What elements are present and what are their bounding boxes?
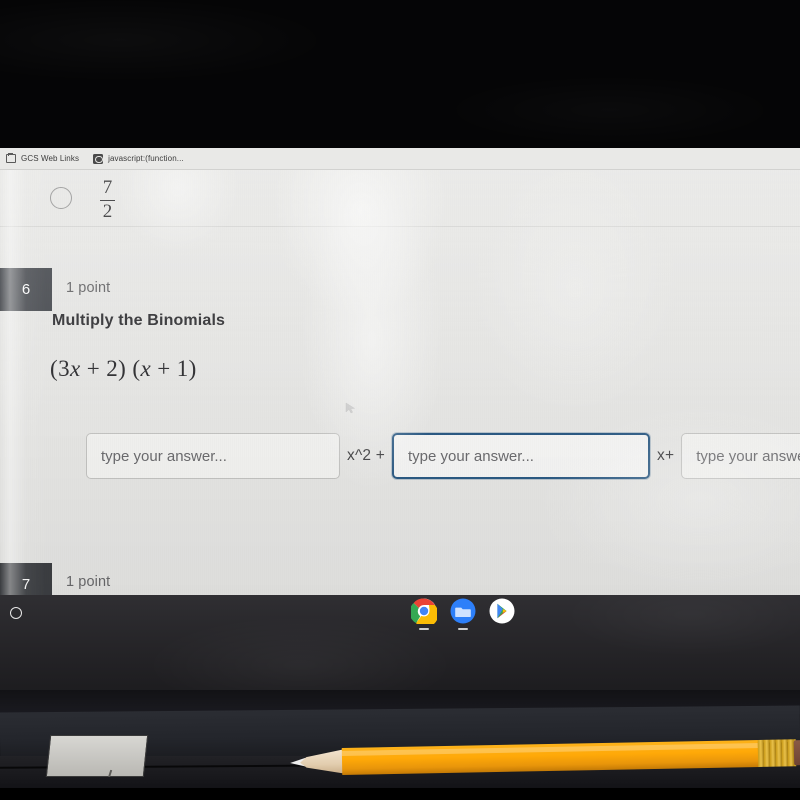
question-number-badge-7: 7 xyxy=(0,563,52,595)
bookmark-label: javascript:(function... xyxy=(108,154,184,163)
expr-close-paren-2: ) xyxy=(188,356,197,381)
latch-scuff-mark xyxy=(108,769,113,778)
laptop-latch-tab xyxy=(45,735,149,778)
question-divider xyxy=(0,226,800,227)
screenshot-photo-of-chromebook: GCS Web Links javascript:(function... 7 … xyxy=(0,0,800,800)
question-points-6: 1 point xyxy=(66,280,111,296)
operator-x-plus: x+ xyxy=(657,447,675,464)
photo-dark-top-border xyxy=(0,0,800,148)
chrome-icon[interactable] xyxy=(409,598,439,630)
script-bookmarklet-icon xyxy=(93,153,104,164)
folder-icon xyxy=(6,152,16,163)
photo-dark-bottom-border xyxy=(0,788,800,800)
answer-fields-row: x^2 + x+ xyxy=(0,430,800,482)
pencil-eraser xyxy=(793,739,800,766)
bookmark-javascript-bookmarklet[interactable]: javascript:(function... xyxy=(93,153,184,164)
fraction-numerator: 7 xyxy=(102,177,113,198)
expr-variable-2: x xyxy=(140,356,152,381)
bookmark-gcs-web-links[interactable]: GCS Web Links xyxy=(6,152,80,163)
app-running-indicator xyxy=(458,628,468,630)
question-prompt-6: Multiply the Binomials xyxy=(52,312,226,329)
question-number: 7 xyxy=(21,576,31,593)
fraction-denominator: 2 xyxy=(102,201,113,223)
question-points-7: 1 point xyxy=(66,574,111,590)
operator-x-squared-plus: x^2 + xyxy=(347,447,386,464)
expr-coefficient: 3 xyxy=(58,356,70,381)
expr-close-paren-1: ) xyxy=(118,356,127,381)
answer-input-3[interactable] xyxy=(681,433,800,479)
launcher-button-icon[interactable] xyxy=(10,607,22,619)
question-expression-6: (3x + 2) (x + 1) xyxy=(50,356,197,382)
expr-plus-1: + xyxy=(86,356,101,381)
answer-input-1[interactable] xyxy=(86,433,340,479)
shelf-pinned-apps xyxy=(409,598,515,630)
expr-open-paren-1: ( xyxy=(50,356,59,381)
quiz-page-viewport: 7 2 6 1 point Multiply the Binomials (3x… xyxy=(0,170,800,595)
radio-button-unselected[interactable] xyxy=(50,187,72,209)
expr-constant-1: 2 xyxy=(106,356,119,381)
expr-constant-2: 1 xyxy=(176,356,189,381)
app-running-indicator xyxy=(419,628,429,630)
screen-pixel-texture xyxy=(0,170,800,595)
answer-choice-fraction: 7 2 xyxy=(100,178,115,222)
previous-question-remnant: 7 2 xyxy=(0,170,800,230)
answer-input-2[interactable] xyxy=(392,433,651,479)
expr-variable-1: x xyxy=(69,356,81,381)
bookmark-label: GCS Web Links xyxy=(21,154,80,163)
question-number: 6 xyxy=(21,281,31,298)
pencil-metal-ferrule xyxy=(757,739,797,768)
chromeos-shelf[interactable] xyxy=(0,595,800,690)
files-icon[interactable] xyxy=(450,598,476,630)
pencil-sharpened-wood xyxy=(300,749,346,775)
expr-plus-2: + xyxy=(157,356,171,381)
play-store-icon[interactable] xyxy=(489,598,515,624)
screen-glare-overlay xyxy=(0,170,800,595)
browser-bookmarks-bar[interactable]: GCS Web Links javascript:(function... xyxy=(0,148,800,170)
question-number-badge-6: 6 xyxy=(0,268,52,311)
mouse-cursor-icon xyxy=(345,402,356,414)
